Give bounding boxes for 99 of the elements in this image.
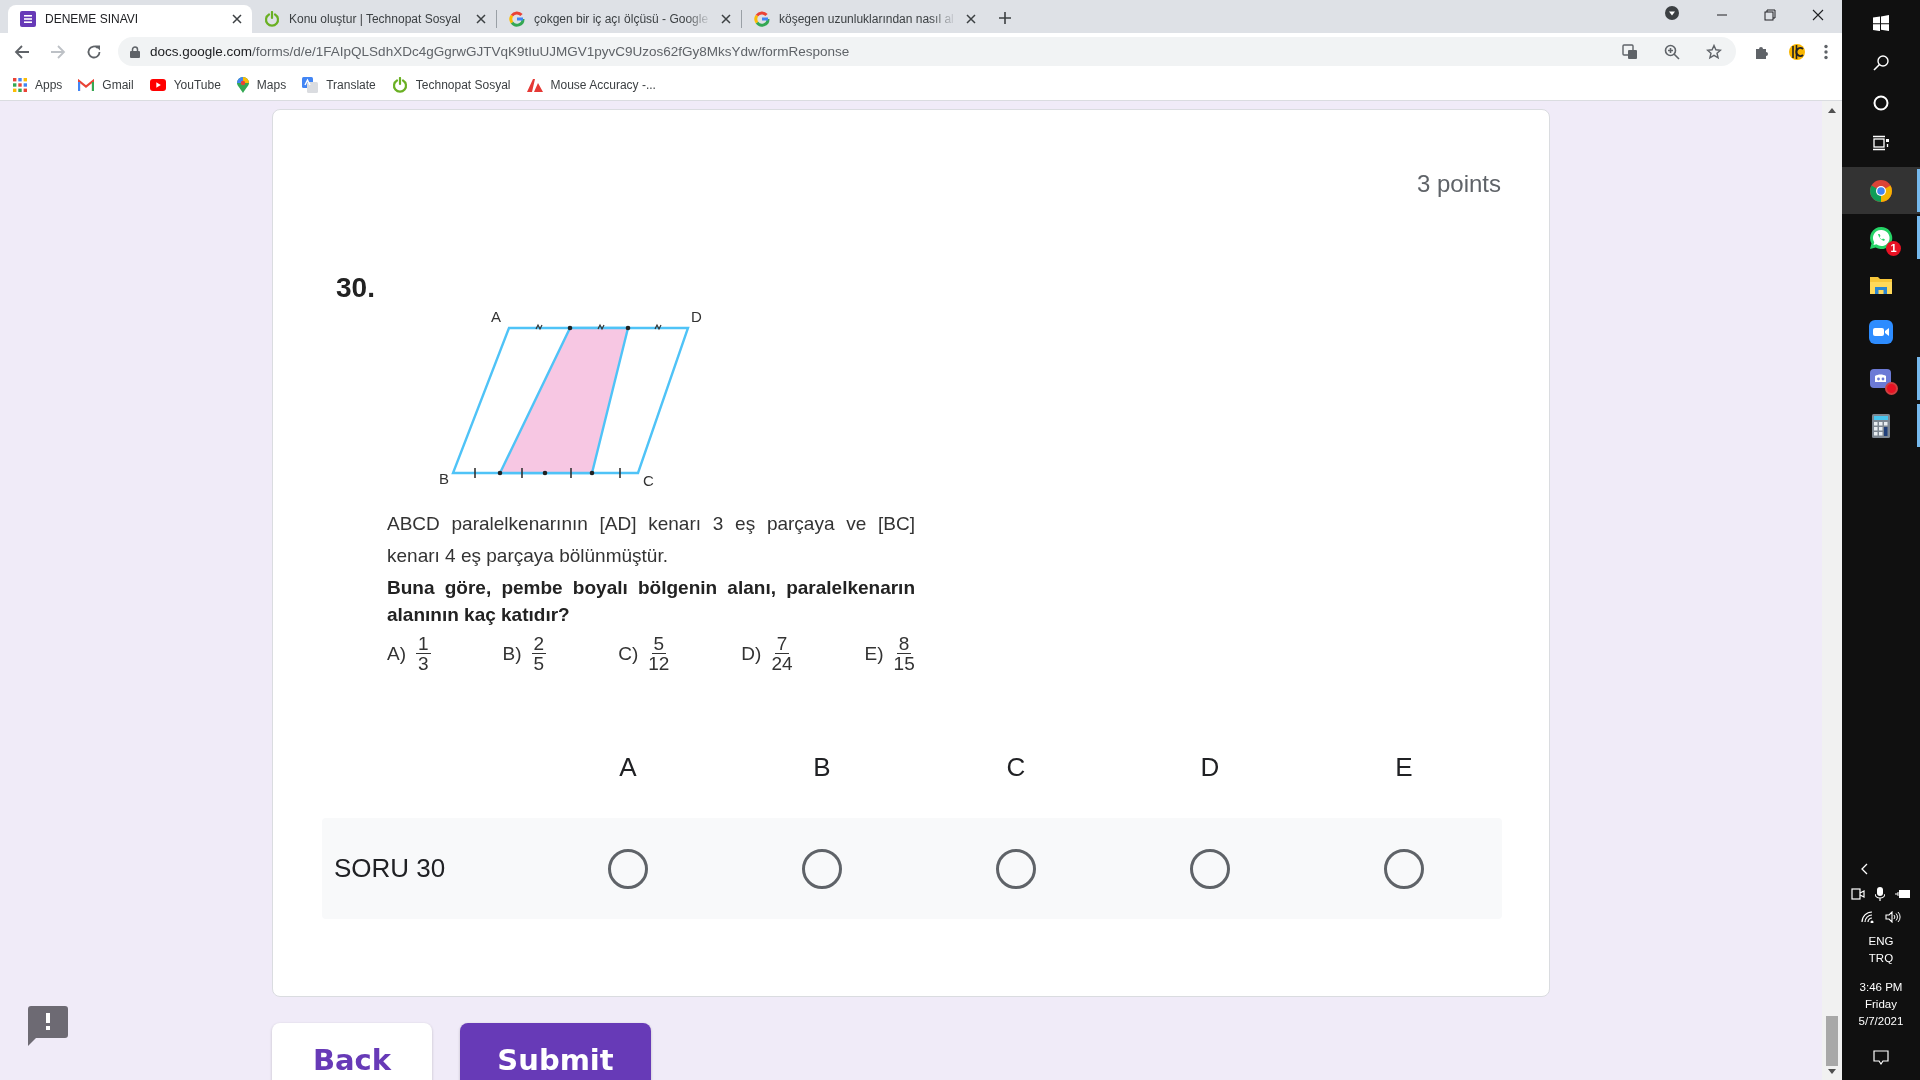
microphone-icon[interactable] [1875,887,1885,901]
close-icon[interactable] [232,14,242,24]
column-header: E [1395,751,1413,783]
bookmark-link[interactable]: Mouse Accuracy -... [526,78,656,92]
bee-icon[interactable] [1788,42,1806,61]
chrome-icon [1869,178,1893,203]
gamepad-icon [1869,366,1893,391]
scrollbar[interactable] [1822,101,1842,1080]
choice-letter: E) [864,642,884,665]
bookmark-link[interactable]: Maps [236,77,287,93]
peak-icon [526,78,543,92]
tab-title: DENEME SINAVI [45,12,140,26]
clock[interactable]: 3:46 PM Friday 5/7/2021 [1858,979,1904,1030]
lock-icon [130,45,140,58]
close-icon[interactable] [476,14,486,24]
tab-title: çokgen bir iç açı ölçüsü - Google [534,12,710,26]
speaker-icon[interactable] [1885,911,1901,923]
column-header: A [619,751,637,783]
star-icon[interactable] [1706,43,1722,60]
forward-arrow-icon [50,43,66,60]
row-label: SORU 30 [334,853,446,883]
translate-icon [302,77,319,93]
vertex-label: C [643,472,654,489]
camera-icon[interactable] [1851,887,1865,901]
fraction: 1 3 [416,634,431,673]
power-icon [391,77,408,93]
tab-title: köşegen uzunluklarından nasıl al [779,12,955,26]
colored-ring-icon [754,11,770,27]
submit-button[interactable]: Submit [460,1023,651,1080]
browser-tab[interactable]: DENEME SINAVI [8,5,252,33]
back-button[interactable]: Back [272,1023,432,1080]
vertex-label: B [439,470,449,487]
close-icon[interactable] [1812,9,1824,21]
calculator-icon [1869,413,1893,438]
fraction: 7 24 [771,634,793,673]
plus-icon[interactable] [998,11,1012,25]
radio-button[interactable] [1190,848,1230,889]
notification-icon[interactable] [1873,1050,1889,1066]
taskbar-button[interactable] [1842,167,1920,214]
radio-button[interactable] [608,848,648,889]
question-text: ABCD paralelkenarının [AD] kenarı 3 eş parçaya ve [BC] kenarı 4 eş parçaya bölünmüştür. [387,512,915,568]
wifi-icon[interactable] [1861,911,1875,923]
browser-tab[interactable]: çokgen bir iç açı ölçüsü - Google [497,5,741,33]
close-icon[interactable] [966,14,976,24]
bookmark-link[interactable]: Translate [302,77,376,93]
back-arrow-icon[interactable] [14,43,30,60]
battery-icon[interactable] [1895,889,1911,899]
radio-button[interactable] [1384,848,1424,889]
vertex-label: D [691,308,702,325]
close-icon[interactable] [721,14,731,24]
restore-icon[interactable] [1764,9,1776,21]
zoom-in-icon[interactable] [1664,43,1680,60]
power-icon [264,11,280,27]
translate-icon[interactable] [1622,43,1638,60]
taskbar-button[interactable]: 1 [1842,214,1920,261]
chat-bubble-icon [1869,225,1893,250]
browser-tab[interactable]: Konu oluştur | Technopat Sosyal [252,5,496,33]
column-header: C [1006,751,1026,783]
radio-button[interactable] [802,848,842,889]
tab-title: Konu oluştur | Technopat Sosyal [289,12,462,26]
document-icon [20,11,36,27]
map-pin-icon [236,77,249,93]
chevron-left-icon[interactable] [1860,863,1868,875]
reload-icon[interactable] [86,43,102,60]
language-indicator[interactable]: ENG TRQ [1868,933,1894,967]
browser-tab[interactable]: köşegen uzunluklarından nasıl al [742,5,986,33]
fraction: 5 12 [648,634,670,673]
column-header: B [813,751,831,783]
bookmark-link[interactable]: Technopat Sosyal [391,77,511,93]
question-number: 30. [336,272,376,304]
points-label: 3 points [1416,170,1501,198]
radio-button[interactable] [996,848,1036,889]
bookmark-link[interactable]: Gmail [78,78,134,92]
play-icon [149,79,166,91]
bookmark-link[interactable]: Apps [13,78,63,92]
circle-icon[interactable] [1873,95,1889,111]
vertex-label: A [491,308,501,325]
address-bar[interactable]: docs.google.com/forms/d/e/1FAIpQLSdhXDc4gGgrwGJTVqK9tIuUJMGV1pyvC9Uzos62fGy8MksYdw/formResponse [118,37,1736,66]
choice-letter: D) [741,642,762,665]
feedback-icon[interactable] [28,1006,68,1046]
fraction: 8 15 [893,634,915,673]
bookmark-link[interactable]: YouTube [149,78,221,92]
grid-icon [13,78,27,92]
search-icon[interactable] [1873,55,1889,71]
envelope-icon [78,79,95,91]
video-camera-icon [1869,319,1893,344]
colored-ring-icon [509,11,525,27]
question-prompt: Buna göre, pembe boyalı bölgenin alanı, paralelkenarın alanının kaç katıdır? [387,576,915,627]
choice-letter: C) [618,642,639,665]
fraction: 2 5 [531,634,547,673]
choice-letter: B) [502,642,522,665]
notification-badge: 1 [1886,240,1901,256]
dropdown-icon[interactable] [1664,5,1680,21]
column-header: D [1200,751,1220,783]
task-view-icon[interactable] [1873,135,1889,151]
choice-letter: A) [387,642,406,665]
windows-logo-icon[interactable] [1873,15,1889,31]
more-menu-icon[interactable] [1824,43,1828,60]
url-text: docs.google.com/forms/d/e/1FAIpQLSdhXDc4gGgrwGJTVqK9tIuUJMGV1pyvC9Uzos62fGy8MksYdw/formResponse [150,44,850,59]
